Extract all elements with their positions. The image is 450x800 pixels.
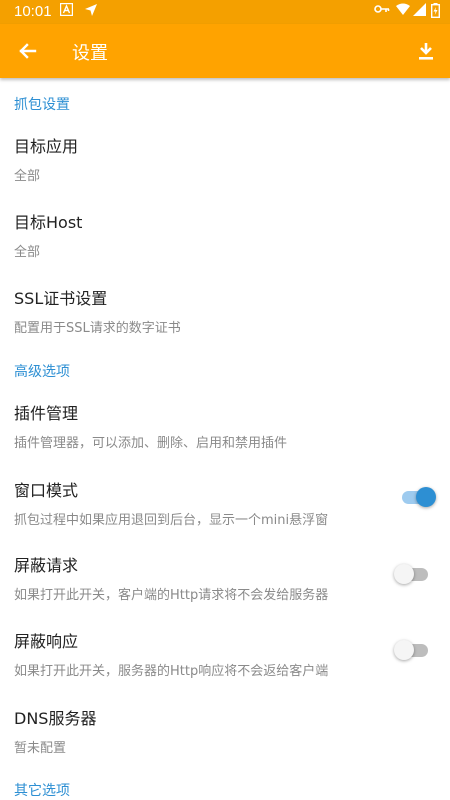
back-arrow-icon[interactable] [14,37,42,65]
setting-summary: 插件管理器，可以添加、删除、启用和禁用插件 [14,436,288,451]
navigation-icon [84,3,98,21]
setting-title: SSL证书设置 [14,289,108,308]
setting-target-app[interactable]: 目标应用 全部 [14,133,434,184]
setting-title: DNS服务器 [14,709,97,728]
section-header-capture: 抓包设置 [14,97,70,113]
status-bar: 10:01 [0,0,450,24]
setting-title: 目标应用 [14,137,79,156]
notification-a-icon [59,2,74,20]
setting-summary: 全部 [14,245,41,260]
app-bar: 设置 [0,24,450,78]
block-response-toggle[interactable] [394,640,430,662]
wifi-icon [396,3,410,20]
setting-summary: 如果打开此开关，服务器的Http响应将不会返给客户端 [14,664,329,679]
setting-title: 屏蔽请求 [14,556,79,575]
setting-summary: 全部 [14,169,41,184]
setting-plugins[interactable]: 插件管理 插件管理器，可以添加、删除、启用和禁用插件 [14,400,434,451]
setting-summary: 配置用于SSL请求的数字证书 [14,321,181,336]
section-header-advanced: 高级选项 [14,364,70,380]
section-header-other: 其它选项 [14,783,70,799]
setting-summary: 抓包过程中如果应用退回到后台，显示一个mini悬浮窗 [14,513,329,528]
setting-title: 目标Host [14,213,83,232]
setting-ssl-certificate[interactable]: SSL证书设置 配置用于SSL请求的数字证书 [14,285,434,336]
setting-title: 插件管理 [14,404,79,423]
setting-dns-server[interactable]: DNS服务器 暂未配置 [14,705,434,756]
battery-icon [430,3,440,22]
setting-title: 窗口模式 [14,481,79,500]
vpn-key-icon [374,3,390,19]
page-title: 设置 [72,43,108,64]
setting-block-response[interactable]: 屏蔽响应 如果打开此开关，服务器的Http响应将不会返给客户端 [14,628,434,679]
cell-signal-icon [413,3,426,20]
setting-window-mode[interactable]: 窗口模式 抓包过程中如果应用退回到后台，显示一个mini悬浮窗 [14,477,434,528]
window-mode-toggle[interactable] [400,487,436,509]
status-time: 10:01 [14,3,52,20]
setting-title: 屏蔽响应 [14,632,79,651]
download-icon[interactable] [412,37,440,65]
setting-target-host[interactable]: 目标Host 全部 [14,209,434,260]
setting-summary: 如果打开此开关，客户端的Http请求将不会发给服务器 [14,588,329,603]
setting-summary: 暂未配置 [14,741,67,756]
block-request-toggle[interactable] [394,564,430,586]
setting-block-request[interactable]: 屏蔽请求 如果打开此开关，客户端的Http请求将不会发给服务器 [14,552,434,603]
